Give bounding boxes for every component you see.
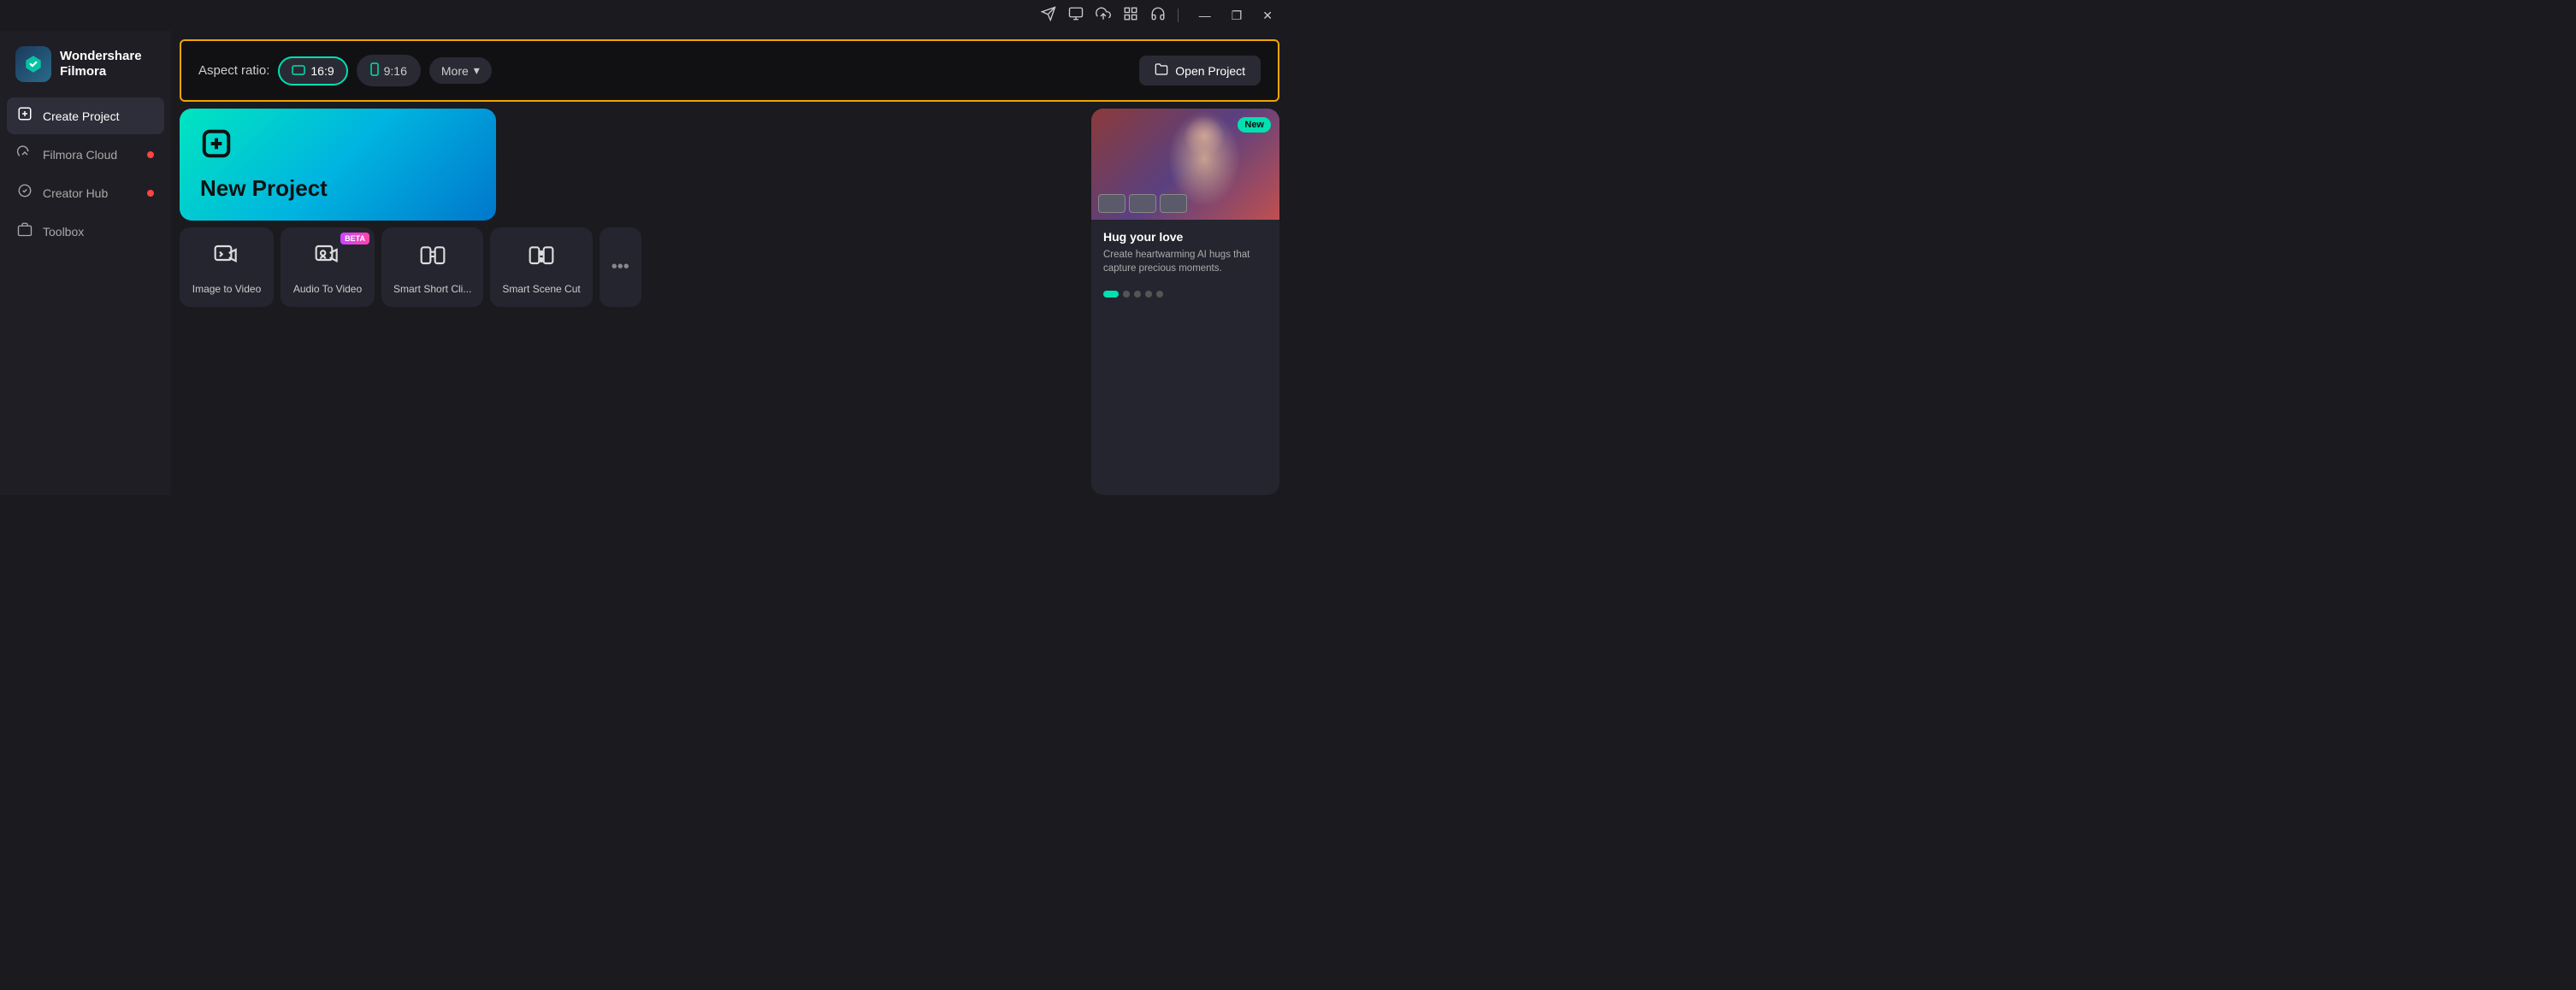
- send-icon[interactable]: [1041, 6, 1056, 26]
- titlebar-controls: — ❐ ✕: [1194, 7, 1278, 25]
- screen-icon[interactable]: [1068, 6, 1084, 26]
- app-logo: [15, 46, 51, 82]
- feature-title: Hug your love: [1103, 230, 1267, 244]
- toolbox-label: Toolbox: [43, 225, 84, 239]
- dot-1[interactable]: [1103, 291, 1119, 298]
- aspect-ratio-bar: Aspect ratio: 16:9 9:16 More ▾: [180, 39, 1279, 102]
- logo-area: Wondershare Filmora: [0, 41, 171, 97]
- titlebar-icons: — ❐ ✕: [1041, 6, 1278, 26]
- filmora-cloud-dot: [147, 151, 154, 158]
- cloud-upload-icon[interactable]: [1096, 6, 1111, 26]
- creator-hub-icon: [17, 183, 32, 203]
- sidebar-nav: Create Project Filmora Cloud Creator Hub: [0, 97, 171, 250]
- titlebar-divider: [1178, 9, 1179, 22]
- sidebar-item-filmora-cloud[interactable]: Filmora Cloud: [7, 136, 164, 173]
- create-project-icon: [17, 106, 32, 126]
- titlebar: — ❐ ✕: [0, 0, 1288, 31]
- chevron-down-icon: ▾: [474, 63, 480, 78]
- new-project-card[interactable]: New Project: [180, 109, 496, 221]
- smart-short-clip-label: Smart Short Cli...: [393, 283, 471, 295]
- tool-smart-scene-cut[interactable]: Smart Scene Cut: [490, 227, 592, 307]
- creator-hub-dot: [147, 190, 154, 197]
- open-project-button[interactable]: Open Project: [1139, 56, 1261, 85]
- creator-hub-label: Creator Hub: [43, 186, 108, 200]
- left-section: New Project Image to Video BETA: [180, 109, 1081, 495]
- audio-to-video-icon: [314, 243, 341, 276]
- smart-scene-cut-icon: [528, 243, 555, 276]
- more-tools-button[interactable]: •••: [600, 227, 641, 307]
- new-project-icon: [200, 127, 476, 167]
- create-project-label: Create Project: [43, 109, 119, 123]
- audio-to-video-label: Audio To Video: [293, 283, 362, 295]
- sidebar-item-creator-hub[interactable]: Creator Hub: [7, 174, 164, 211]
- sidebar: Wondershare Filmora Create Project Filmo…: [0, 31, 171, 495]
- grid-icon[interactable]: [1123, 6, 1138, 26]
- more-button[interactable]: More ▾: [429, 57, 492, 84]
- feature-desc: Create heartwarming AI hugs that capture…: [1103, 248, 1267, 275]
- tool-image-to-video[interactable]: Image to Video: [180, 227, 274, 307]
- smart-short-clip-icon: [419, 243, 446, 276]
- image-to-video-label: Image to Video: [192, 283, 262, 295]
- new-badge: New: [1238, 117, 1271, 133]
- portrait-icon: [370, 62, 379, 79]
- feature-card: New Hug your love Create heartwarming AI…: [1091, 109, 1279, 495]
- dot-3[interactable]: [1134, 291, 1141, 298]
- new-project-label: New Project: [200, 175, 476, 202]
- feature-thumb-1: [1098, 194, 1126, 213]
- filmora-cloud-label: Filmora Cloud: [43, 148, 117, 162]
- aspect-ratio-section: Aspect ratio: 16:9 9:16 More ▾: [198, 55, 492, 86]
- toolbox-icon: [17, 221, 32, 241]
- aspect-ratio-label: Aspect ratio:: [198, 63, 269, 78]
- cloud-icon: [17, 144, 32, 164]
- app-name: Wondershare Filmora: [60, 49, 142, 80]
- feature-thumbnails: [1098, 194, 1187, 213]
- image-to-video-icon: [213, 243, 240, 276]
- dot-2[interactable]: [1123, 291, 1130, 298]
- smart-scene-cut-label: Smart Scene Cut: [502, 283, 580, 295]
- dot-5[interactable]: [1156, 291, 1163, 298]
- content-area: Aspect ratio: 16:9 9:16 More ▾: [171, 31, 1288, 495]
- minimize-button[interactable]: —: [1194, 7, 1216, 24]
- tools-row: Image to Video BETA Audio To Video Sma: [180, 227, 1081, 307]
- headset-icon[interactable]: [1150, 6, 1166, 26]
- landscape-icon: [292, 64, 305, 78]
- aspect-ratio-16-9-button[interactable]: 16:9: [278, 56, 347, 85]
- feature-info: Hug your love Create heartwarming AI hug…: [1091, 220, 1279, 286]
- feature-image: New: [1091, 109, 1279, 220]
- restore-button[interactable]: ❐: [1226, 7, 1248, 25]
- sidebar-item-create-project[interactable]: Create Project: [7, 97, 164, 134]
- feature-thumb-2: [1129, 194, 1156, 213]
- project-grid: New Project Image to Video BETA: [171, 109, 1288, 495]
- main-layout: Wondershare Filmora Create Project Filmo…: [0, 31, 1288, 495]
- sidebar-item-toolbox[interactable]: Toolbox: [7, 213, 164, 250]
- ellipsis-icon: •••: [612, 257, 629, 277]
- tool-smart-short-clip[interactable]: Smart Short Cli...: [381, 227, 483, 307]
- folder-icon: [1155, 62, 1168, 79]
- close-button[interactable]: ✕: [1257, 7, 1278, 25]
- aspect-ratio-9-16-button[interactable]: 9:16: [357, 55, 421, 86]
- feature-dots: [1091, 286, 1279, 308]
- feature-thumb-3: [1160, 194, 1187, 213]
- dot-4[interactable]: [1145, 291, 1152, 298]
- tool-audio-to-video[interactable]: BETA Audio To Video: [281, 227, 375, 307]
- beta-badge: BETA: [340, 233, 369, 245]
